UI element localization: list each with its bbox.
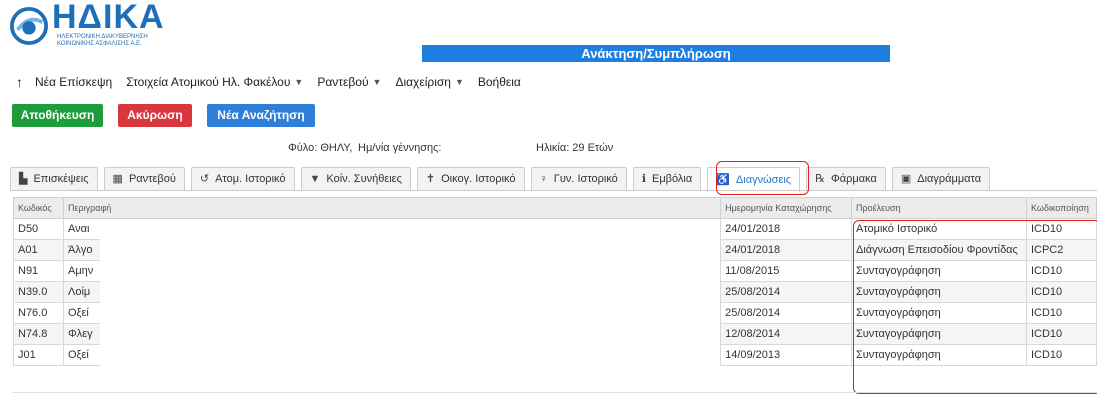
menu-help[interactable]: Βοήθεια [478, 75, 521, 89]
col-description-header[interactable]: Περιγραφή [62, 197, 722, 219]
menu-appointments[interactable]: Ραντεβού ▼ [317, 75, 381, 89]
arrow-up-icon[interactable]: ↑ [16, 74, 23, 90]
cell-code: D50 [13, 218, 64, 240]
menu-management-label: Διαχείριση [395, 75, 451, 89]
record-tabs: ▙ Επισκέψεις ▦ Ραντεβού ↺ Ατομ. Ιστορικό ▼ Κ… [10, 167, 996, 192]
col-date-header[interactable]: Ημερομηνία Καταχώρησης [720, 197, 852, 219]
redacted-area [100, 224, 720, 390]
tab-medications[interactable]: ℞ Φάρμακα [806, 167, 886, 190]
header-blank [422, 0, 890, 45]
tabs-divider [10, 190, 1097, 191]
tab-family-history[interactable]: ✝ Οικογ. Ιστορικό [416, 167, 525, 190]
new-search-button[interactable]: Νέα Αναζήτηση [207, 104, 315, 127]
main-menu: ↑ Νέα Επίσκεψη Στοιχεία Ατομικού Ηλ. Φακ… [16, 72, 535, 92]
tab-vaccines[interactable]: ℹ Εμβόλια [632, 167, 702, 190]
cell-date: 12/08/2014 [720, 323, 852, 345]
cell-code: N76.0 [13, 302, 64, 324]
tab-label: Οικογ. Ιστορικό [441, 173, 516, 185]
save-button[interactable]: Αποθήκευση [12, 104, 103, 127]
cancel-button[interactable]: Ακύρωση [118, 104, 192, 127]
filter-icon: ▼ [309, 173, 321, 185]
menu-new-visit-label: Νέα Επίσκεψη [35, 75, 113, 89]
menu-help-label: Βοήθεια [477, 75, 521, 89]
tab-appointments[interactable]: ▦ Ραντεβού [103, 167, 185, 190]
tab-gyn-history[interactable]: ♀ Γυν. Ιστορικό [530, 167, 627, 190]
pills-icon: ℞ [815, 173, 825, 185]
tab-social-habits[interactable]: ▼ Κοίν. Συνήθειες [300, 167, 411, 190]
cell-code: N74.8 [13, 323, 64, 345]
cell-date: 24/01/2018 [720, 218, 852, 240]
tab-label: Εμβόλια [652, 173, 693, 185]
col-code-header[interactable]: Κωδικός [13, 197, 64, 219]
person-icon: ✝ [425, 173, 436, 185]
history-icon: ↺ [199, 173, 210, 185]
tab-label: Φάρμακα [830, 173, 877, 185]
tab-label: Ραντεβού [128, 173, 176, 185]
cell-code: N91 [13, 260, 64, 282]
menu-new-visit[interactable]: Νέα Επίσκεψη [35, 75, 112, 89]
cell-date: 11/08/2015 [720, 260, 852, 282]
cell-date: 25/08/2014 [720, 302, 852, 324]
logo-swirl-icon [10, 7, 48, 45]
menu-patient-record-label: Στοιχεία Ατομικού Ηλ. Φακέλου [126, 75, 291, 89]
female-icon: ♀ [539, 173, 548, 185]
tab-label: Διαγράμματα [917, 173, 982, 185]
chevron-down-icon: ▼ [294, 77, 304, 87]
origin-coding-highlight [853, 220, 1097, 394]
tab-charts[interactable]: ▣ Διαγράμματα [891, 167, 991, 190]
cell-code: J01 [13, 344, 64, 366]
col-coding-header[interactable]: Κωδικοποίηση [1025, 197, 1097, 219]
cell-date: 25/08/2014 [720, 281, 852, 303]
tab-personal-history[interactable]: ↺ Ατομ. Ιστορικό [190, 167, 295, 190]
table-header-row: Κωδικός Περιγραφή Ημερομηνία Καταχώρησης… [13, 197, 1097, 219]
menu-management[interactable]: Διαχείριση ▼ [395, 75, 463, 89]
col-origin-header[interactable]: Προέλευση [850, 197, 1027, 219]
chevron-down-icon: ▼ [454, 77, 464, 87]
page-title: Ανάκτηση/Συμπλήρωση [422, 45, 890, 62]
cell-code: N39.0 [13, 281, 64, 303]
patient-sex: Φύλο: ΘΗΛΥ, [288, 142, 353, 154]
chart-icon: ▣ [900, 173, 912, 185]
info-icon: ℹ [641, 173, 646, 185]
patient-age: Ηλικία: 29 Ετών [536, 142, 614, 154]
patient-birthdate-label: Ημ/νία γέννησης: [358, 142, 442, 154]
visits-icon: ▙ [19, 173, 28, 185]
cell-date: 14/09/2013 [720, 344, 852, 366]
table-bottom-border [13, 392, 1097, 393]
menu-patient-record[interactable]: Στοιχεία Ατομικού Ηλ. Φακέλου ▼ [126, 75, 303, 89]
menu-appointments-label: Ραντεβού [317, 75, 369, 89]
logo-subtitle: ΗΛΕΚΤΡΟΝΙΚΗ ΔΙΑΚΥΒΕΡΝΗΣΗ ΚΟΙΝΩΝΙΚΗΣ ΑΣΦΑ… [57, 34, 148, 47]
logo-wordmark: ΗΔΙΚΑ [52, 0, 165, 36]
tab-label: Κοίν. Συνήθειες [326, 173, 402, 185]
tab-label: Ατομ. Ιστορικό [215, 173, 286, 185]
cell-date: 24/01/2018 [720, 239, 852, 261]
diagnoses-tab-highlight [716, 161, 809, 195]
tab-visits[interactable]: ▙ Επισκέψεις [10, 167, 98, 190]
chevron-down-icon: ▼ [372, 77, 382, 87]
tab-label: Επισκέψεις [33, 173, 89, 185]
cell-code: A01 [13, 239, 64, 261]
tab-label: Γυν. Ιστορικό [553, 173, 618, 185]
logo: ΗΔΙΚΑ ΗΛΕΚΤΡΟΝΙΚΗ ΔΙΑΚΥΒΕΡΝΗΣΗ ΚΟΙΝΩΝΙΚΗ… [10, 0, 170, 50]
calendar-icon: ▦ [112, 173, 123, 185]
